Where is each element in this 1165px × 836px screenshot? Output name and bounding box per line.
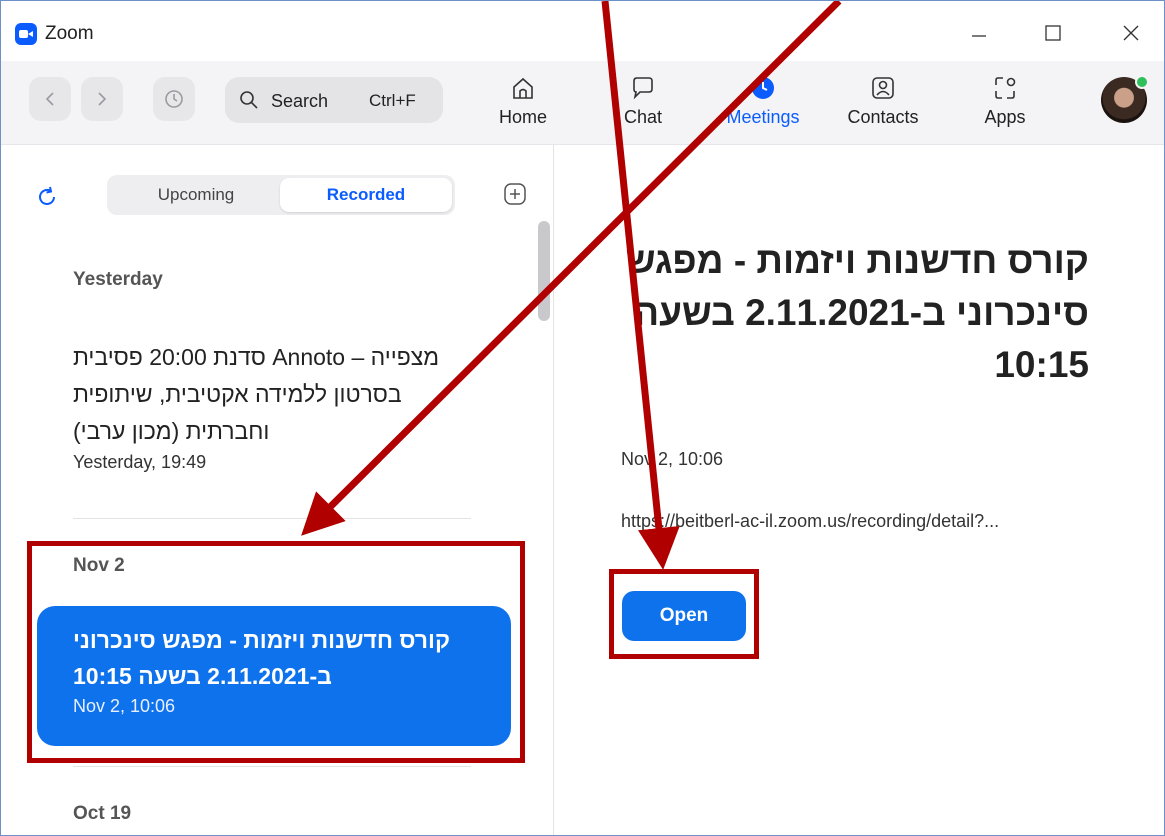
clock-icon	[752, 77, 774, 99]
presence-status-icon	[1135, 75, 1149, 89]
close-button[interactable]	[1111, 15, 1151, 51]
back-button[interactable]	[29, 77, 71, 121]
tab-recorded[interactable]: Recorded	[280, 178, 452, 212]
tab-meetings[interactable]: Meetings	[715, 75, 811, 135]
minimize-icon	[972, 35, 986, 37]
tab-contacts-label: Contacts	[847, 107, 919, 127]
tab-upcoming[interactable]: Upcoming	[110, 178, 282, 212]
tab-meetings-label: Meetings	[726, 107, 800, 127]
group-heading-yesterday: Yesterday	[73, 269, 163, 290]
minimize-button[interactable]	[959, 15, 999, 51]
group-heading-oct-19: Oct 19	[73, 803, 132, 824]
recording-title: מצפייה – Annoto סדנת 20:00 פסיבית בסרטון…	[73, 344, 440, 444]
list-item[interactable]: מצפייה – Annoto סדנת 20:00 פסיבית בסרטון…	[73, 339, 473, 473]
divider	[73, 518, 471, 519]
forward-button[interactable]	[81, 77, 123, 121]
recording-link[interactable]: https://beitberl-ac-il.zoom.us/recording…	[621, 511, 999, 532]
list-scrollbar[interactable]	[538, 221, 550, 321]
search-input[interactable]: Search Ctrl+F	[225, 77, 443, 123]
detail-date: Nov 2, 10:06	[621, 449, 724, 469]
window-title: Zoom	[45, 23, 94, 44]
apps-icon	[995, 77, 1016, 99]
contacts-icon	[872, 77, 894, 99]
maximize-icon	[1045, 25, 1061, 41]
tab-apps[interactable]: Apps	[957, 75, 1053, 135]
chevron-left-icon	[45, 92, 54, 106]
search-placeholder: Search	[271, 91, 329, 111]
tab-apps-label: Apps	[984, 107, 1026, 127]
chat-icon	[633, 77, 653, 100]
title-bar: Zoom	[1, 1, 1164, 61]
tab-chat[interactable]: Chat	[595, 75, 691, 135]
highlight-box-open	[609, 569, 759, 659]
chevron-right-icon	[98, 92, 107, 106]
history-button[interactable]	[153, 77, 195, 121]
add-icon[interactable]	[503, 182, 527, 206]
history-icon	[165, 90, 183, 108]
detail-title: קורס חדשנות ויזמות - מפגש סינכרוני ב-2.1…	[625, 240, 1089, 385]
search-shortcut: Ctrl+F	[369, 91, 416, 110]
recordings-tab-switch: Upcoming Recorded	[107, 175, 455, 215]
home-icon	[513, 77, 533, 99]
close-icon	[1123, 25, 1139, 41]
highlight-box-recording	[27, 541, 525, 763]
refresh-icon[interactable]	[35, 185, 59, 209]
zoom-window: Zoom Search Ctrl+F Home Chat Meetings Co…	[0, 0, 1165, 836]
divider	[73, 766, 471, 767]
tab-chat-label: Chat	[623, 107, 663, 127]
main-toolbar: Search Ctrl+F Home Chat Meetings Contact…	[1, 61, 1164, 145]
tab-home-label: Home	[498, 107, 547, 127]
recording-date: Yesterday, 19:49	[73, 452, 207, 472]
zoom-logo-icon	[15, 23, 37, 45]
search-icon	[240, 91, 258, 109]
maximize-button[interactable]	[1033, 15, 1073, 51]
tab-home[interactable]: Home	[475, 75, 571, 135]
tab-contacts[interactable]: Contacts	[835, 75, 931, 135]
recording-detail-panel: קורס חדשנות ויזמות - מפגש סינכרוני ב-2.1…	[555, 145, 1164, 835]
